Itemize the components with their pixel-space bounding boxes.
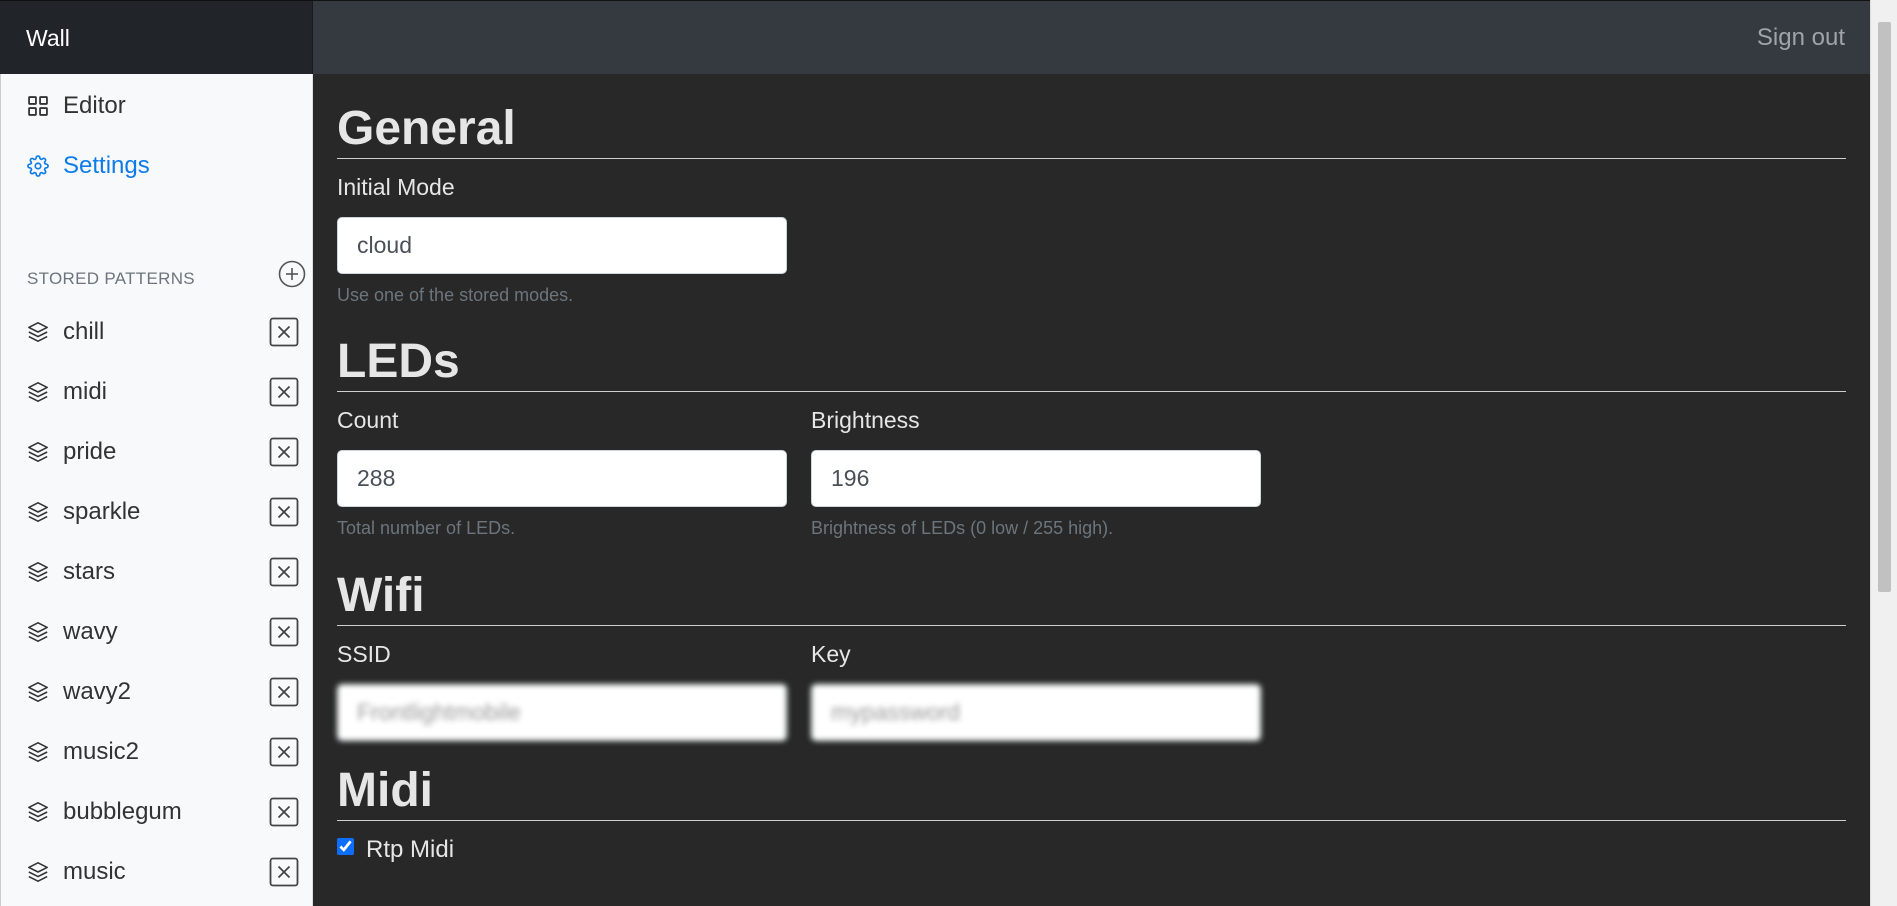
sidebar-item-settings[interactable]: Settings	[27, 148, 150, 184]
delete-pattern-icon[interactable]	[269, 437, 299, 467]
brightness-input[interactable]	[811, 450, 1261, 507]
pattern-link[interactable]: stars	[27, 558, 115, 586]
pattern-label: sparkle	[63, 498, 141, 525]
top-navbar: Wall Sign out	[0, 0, 1870, 75]
pattern-label: bubblegum	[63, 798, 182, 825]
delete-pattern-icon[interactable]	[269, 797, 299, 827]
pattern-link[interactable]: wavy	[27, 618, 118, 646]
count-help: Total number of LEDs.	[337, 518, 516, 538]
wifi-heading: Wifi	[337, 567, 1846, 626]
delete-pattern-icon[interactable]	[269, 857, 299, 887]
initial-mode-help: Use one of the stored modes.	[337, 285, 574, 305]
midi-heading: Midi	[337, 762, 1846, 821]
layers-icon	[28, 442, 48, 462]
delete-pattern-icon[interactable]	[269, 677, 299, 707]
gear-icon	[27, 155, 49, 177]
stored-patterns-header: STORED PATTERNS	[27, 260, 307, 294]
delete-pattern-icon[interactable]	[269, 377, 299, 407]
layers-icon	[28, 862, 48, 882]
delete-pattern-icon[interactable]	[269, 737, 299, 767]
pattern-link[interactable]: music2	[27, 738, 139, 766]
key-label: Key	[811, 641, 851, 667]
pattern-item-midi: midi	[27, 374, 299, 410]
settings-panel: General Initial Mode Use one of the stor…	[313, 74, 1870, 906]
pattern-label: music2	[63, 738, 140, 765]
pattern-label: music	[63, 858, 126, 885]
layers-icon	[28, 562, 48, 582]
pattern-item-chill: chill	[27, 314, 299, 350]
layers-icon	[28, 502, 48, 522]
grid-icon	[28, 96, 48, 116]
ssid-input[interactable]	[337, 684, 787, 741]
pattern-link[interactable]: wavy2	[27, 678, 131, 706]
rtp-midi-checkbox[interactable]	[337, 837, 354, 855]
rtp-midi-label: Rtp Midi	[366, 836, 455, 863]
general-heading: General	[337, 100, 1846, 159]
page-scrollbar[interactable]	[1870, 0, 1897, 906]
pattern-link[interactable]: sparkle	[27, 498, 140, 526]
pattern-label: wavy2	[63, 678, 132, 705]
pattern-link[interactable]: music	[27, 858, 126, 886]
count-label: Count	[337, 407, 399, 433]
pattern-item-bubblegum: bubblegum	[27, 794, 299, 830]
pattern-item-sparkle: sparkle	[27, 494, 299, 530]
sidebar: Editor Settings STORED PATTERNS chill mi…	[0, 74, 313, 906]
layers-icon	[28, 682, 48, 702]
brightness-help: Brightness of LEDs (0 low / 255 high).	[811, 518, 1114, 538]
layers-icon	[28, 622, 48, 642]
pattern-link[interactable]: midi	[27, 378, 107, 406]
pattern-link[interactable]: chill	[27, 318, 104, 346]
delete-pattern-icon[interactable]	[269, 317, 299, 347]
pattern-link[interactable]: pride	[27, 438, 116, 466]
scrollbar-thumb[interactable]	[1878, 22, 1891, 592]
delete-pattern-icon[interactable]	[269, 497, 299, 527]
pattern-item-music2: music2	[27, 734, 299, 770]
pattern-label: pride	[63, 438, 117, 465]
pattern-label: stars	[63, 558, 116, 585]
stored-patterns-title: STORED PATTERNS	[27, 269, 195, 288]
pattern-label: wavy	[63, 618, 118, 645]
ssid-label: SSID	[337, 641, 391, 667]
pattern-item-pride: pride	[27, 434, 299, 470]
rtp-midi-row[interactable]: Rtp Midi	[337, 836, 454, 864]
add-pattern-icon[interactable]	[277, 259, 307, 289]
layers-icon	[28, 382, 48, 402]
brand-title[interactable]: Wall	[0, 1, 313, 75]
leds-heading: LEDs	[337, 333, 1846, 392]
delete-pattern-icon[interactable]	[269, 617, 299, 647]
pattern-item-music: music	[27, 854, 299, 890]
pattern-item-wavy2: wavy2	[27, 674, 299, 710]
pattern-item-stars: stars	[27, 554, 299, 590]
brightness-label: Brightness	[811, 407, 920, 433]
key-input[interactable]	[811, 684, 1261, 741]
sign-out-link[interactable]: Sign out	[1757, 1, 1845, 75]
sidebar-item-label: Settings	[63, 152, 150, 179]
sidebar-item-label: Editor	[63, 92, 126, 119]
count-input[interactable]	[337, 450, 787, 507]
layers-icon	[28, 742, 48, 762]
initial-mode-input[interactable]	[337, 217, 787, 274]
initial-mode-label: Initial Mode	[337, 174, 455, 200]
pattern-link[interactable]: bubblegum	[27, 798, 182, 826]
pattern-label: chill	[63, 318, 105, 345]
layers-icon	[28, 322, 48, 342]
sidebar-item-editor[interactable]: Editor	[27, 88, 126, 124]
pattern-label: midi	[63, 378, 108, 405]
layers-icon	[28, 802, 48, 822]
delete-pattern-icon[interactable]	[269, 557, 299, 587]
pattern-item-wavy: wavy	[27, 614, 299, 650]
